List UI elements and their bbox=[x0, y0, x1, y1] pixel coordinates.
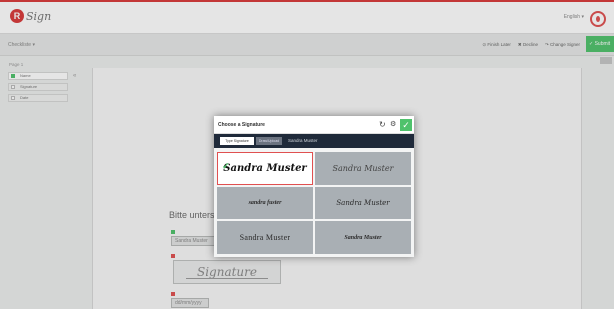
gear-icon[interactable]: ⚙ bbox=[390, 120, 396, 128]
tab-type-signature[interactable]: Type Signature bbox=[220, 137, 254, 145]
check-icon: ✓ bbox=[222, 162, 230, 172]
signer-name-label: Sandra Muster bbox=[288, 138, 318, 143]
signature-option[interactable]: Sandra Muster bbox=[217, 221, 313, 254]
signature-tabs: Type Signature Draw/Upload Sandra Muster bbox=[214, 134, 414, 148]
signature-option-text: Sandra Muster bbox=[336, 198, 390, 207]
signature-option[interactable]: sandra fuster bbox=[217, 186, 313, 220]
signature-modal: Choose a Signature ↻ ⚙ ✓ Type Signature … bbox=[214, 116, 414, 257]
modal-title: Choose a Signature bbox=[218, 122, 265, 128]
signature-option-text: Sandra Muster bbox=[332, 163, 394, 173]
signature-option-text: Sandra Muster bbox=[344, 234, 382, 241]
modal-header: Choose a Signature ↻ ⚙ ✓ bbox=[214, 116, 414, 134]
tab-draw-upload[interactable]: Draw/Upload bbox=[256, 137, 282, 145]
signature-option[interactable]: ✓ Sandra Muster bbox=[217, 152, 313, 185]
signature-option-text: sandra fuster bbox=[248, 199, 282, 206]
signature-options: ✓ Sandra Muster Sandra Muster sandra fus… bbox=[217, 152, 411, 254]
signature-option[interactable]: Sandra Muster bbox=[315, 152, 411, 185]
signature-option[interactable]: Sandra Muster bbox=[315, 186, 411, 220]
refresh-icon[interactable]: ↻ bbox=[379, 120, 386, 129]
signature-option-text: Sandra Muster bbox=[223, 162, 307, 174]
confirm-button[interactable]: ✓ bbox=[400, 119, 412, 131]
signature-option[interactable]: Sandra Muster bbox=[315, 221, 411, 254]
signature-option-text: Sandra Muster bbox=[239, 233, 291, 243]
